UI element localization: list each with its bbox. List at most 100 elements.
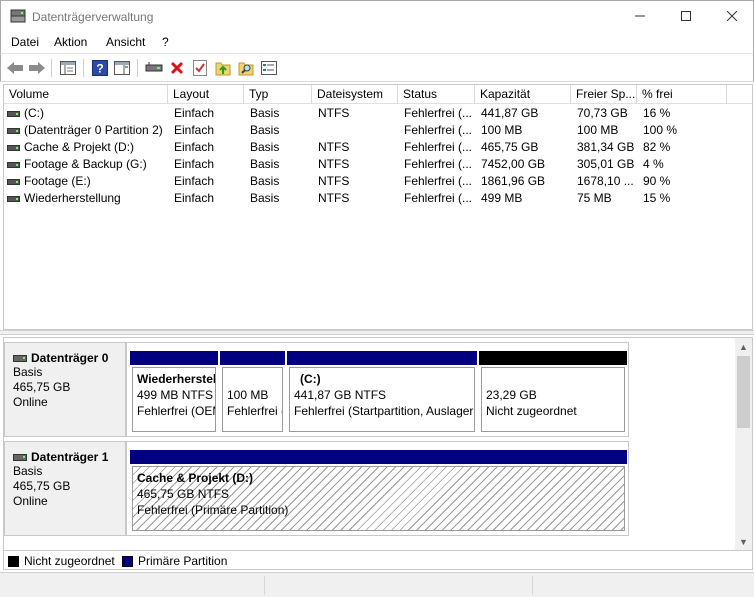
cell-status: Fehlerfrei (... [404,191,473,205]
disk-view-scrollbar[interactable]: ▲ ▼ [735,338,752,550]
close-button[interactable] [709,1,754,31]
column-header-volume[interactable]: Volume [4,85,168,104]
disk-1-label[interactable]: Datenträger 1 Basis 465,75 GB Online [4,441,126,536]
cell-dateisystem: NTFS [318,174,350,188]
connect-disk-button[interactable] [144,58,164,78]
action-pane-button[interactable] [112,58,132,78]
cell-status: Fehlerfrei (... [404,157,473,171]
cell-dateisystem: NTFS [318,157,350,171]
properties-icon [193,60,207,76]
table-row[interactable]: (Datenträger 0 Partition 2) Einfach Basi… [4,122,752,139]
column-header-status[interactable]: Status [398,85,475,104]
connect-icon [145,62,163,72]
help-button[interactable]: ? [90,58,110,78]
volume-icon [7,111,20,117]
legend-item-primary: Primäre Partition [122,554,227,568]
console-tree-button[interactable] [58,58,78,78]
partition-c[interactable]: (C:) 441,87 GB NTFS Fehlerfrei (Startpar… [287,351,477,434]
partition-bar [130,351,218,365]
legend: Nicht zugeordnet Primäre Partition [3,550,753,570]
properties-button[interactable] [190,58,210,78]
scrollbar-thumb[interactable] [737,356,750,428]
table-row[interactable]: Cache & Projekt (D:) Einfach Basis NTFS … [4,139,752,156]
column-header-layout[interactable]: Layout [168,85,244,104]
import-button[interactable] [213,58,233,78]
cell-status: Fehlerfrei (... [404,174,473,188]
legend-swatch [122,555,133,567]
minimize-icon [635,15,645,17]
disk-0-size: 465,75 GB [13,380,71,394]
partition-body: 100 MB Fehlerfrei (EFI-Systempartition) [222,367,283,432]
table-row[interactable]: (C:) Einfach Basis NTFS Fehlerfrei (... … [4,105,752,122]
column-header-typ[interactable]: Typ [244,85,312,104]
partition-size: 441,87 GB NTFS [294,388,387,402]
status-segment [265,576,533,595]
scroll-down-icon[interactable]: ▼ [735,533,752,550]
cell-status: Fehlerfrei (... [404,106,473,120]
disk-0-type: Basis [13,365,43,379]
partition-title [227,371,282,387]
disk-0-title: Datenträger 0 [13,351,125,365]
table-row[interactable]: Wiederherstellung Einfach Basis NTFS Feh… [4,190,752,207]
menu-help[interactable]: ? [160,35,171,49]
menu-datei[interactable]: Datei [9,35,41,49]
cell-typ: Basis [250,191,280,205]
cell-kapazitaet: 499 MB [481,191,523,205]
forward-button[interactable] [27,58,47,78]
cell-prozent-frei: 4 % [643,157,664,171]
partition-efi[interactable]: 100 MB Fehlerfrei (EFI-Systempartition) [220,351,285,434]
legend-label: Nicht zugeordnet [24,554,115,568]
column-header-prozent-frei[interactable]: % frei [637,85,727,104]
table-row[interactable]: Footage (E:) Einfach Basis NTFS Fehlerfr… [4,173,752,190]
volume-icon [7,128,20,134]
search-button[interactable] [236,58,256,78]
minimize-button[interactable] [617,1,663,31]
partition-status: Fehlerfrei (EFI-Systempartition) [227,404,282,418]
toolbar-separator [51,59,52,77]
back-button[interactable] [5,58,25,78]
delete-button[interactable] [167,58,187,78]
partition-bar [479,351,627,365]
partition-body: 23,29 GB Nicht zugeordnet [481,367,625,432]
status-bar [0,572,754,597]
menu-bar: Datei Aktion Ansicht ? [0,32,754,53]
partition-d[interactable]: Cache & Projekt (D:) 465,75 GB NTFS Fehl… [130,450,627,533]
column-header-freier-speicher[interactable]: Freier Sp... [571,85,637,104]
pane-splitter[interactable] [0,330,754,335]
column-header-dateisystem[interactable]: Dateisystem [312,85,398,104]
volume-icon [7,162,20,168]
title-bar: Datenträgerverwaltung [0,0,754,32]
volume-icon [7,196,20,202]
cell-freier-speicher: 100 MB [577,123,619,137]
menu-ansicht[interactable]: Ansicht [104,35,147,49]
cell-status: Fehlerfrei (... [404,140,473,154]
partition-body: (C:) 441,87 GB NTFS Fehlerfrei (Startpar… [289,367,475,432]
cell-typ: Basis [250,157,280,171]
cell-kapazitaet: 7452,00 GB [481,157,546,171]
legend-swatch [8,555,19,567]
table-row[interactable]: Footage & Backup (G:) Einfach Basis NTFS… [4,156,752,173]
partition-body: Wiederherstellung 499 MB NTFS Fehlerfrei… [132,367,216,432]
cell-dateisystem: NTFS [318,191,350,205]
scroll-up-icon[interactable]: ▲ [735,338,752,355]
disk-management-icon [10,9,26,23]
cell-layout: Einfach [174,123,215,137]
cell-prozent-frei: 15 % [643,191,671,205]
cell-volume: (C:) [24,106,44,120]
search-icon [238,62,254,76]
cell-freier-speicher: 305,01 GB [577,157,635,171]
disk-0-label[interactable]: Datenträger 0 Basis 465,75 GB Online [4,342,126,437]
cell-layout: Einfach [174,106,215,120]
cell-dateisystem: NTFS [318,140,350,154]
list-view-button[interactable] [259,58,279,78]
maximize-button[interactable] [663,1,709,31]
menu-aktion[interactable]: Aktion [52,35,89,49]
toolbar-separator [83,59,84,77]
cell-freier-speicher: 75 MB [577,191,612,205]
toolbar-separator [137,59,138,77]
partition-recovery[interactable]: Wiederherstellung 499 MB NTFS Fehlerfrei… [130,351,218,434]
disk-1-title: Datenträger 1 [13,450,125,464]
column-header-kapazitaet[interactable]: Kapazität [475,85,571,104]
cell-volume: Footage & Backup (G:) [24,157,147,171]
partition-unallocated[interactable]: 23,29 GB Nicht zugeordnet [479,351,627,434]
